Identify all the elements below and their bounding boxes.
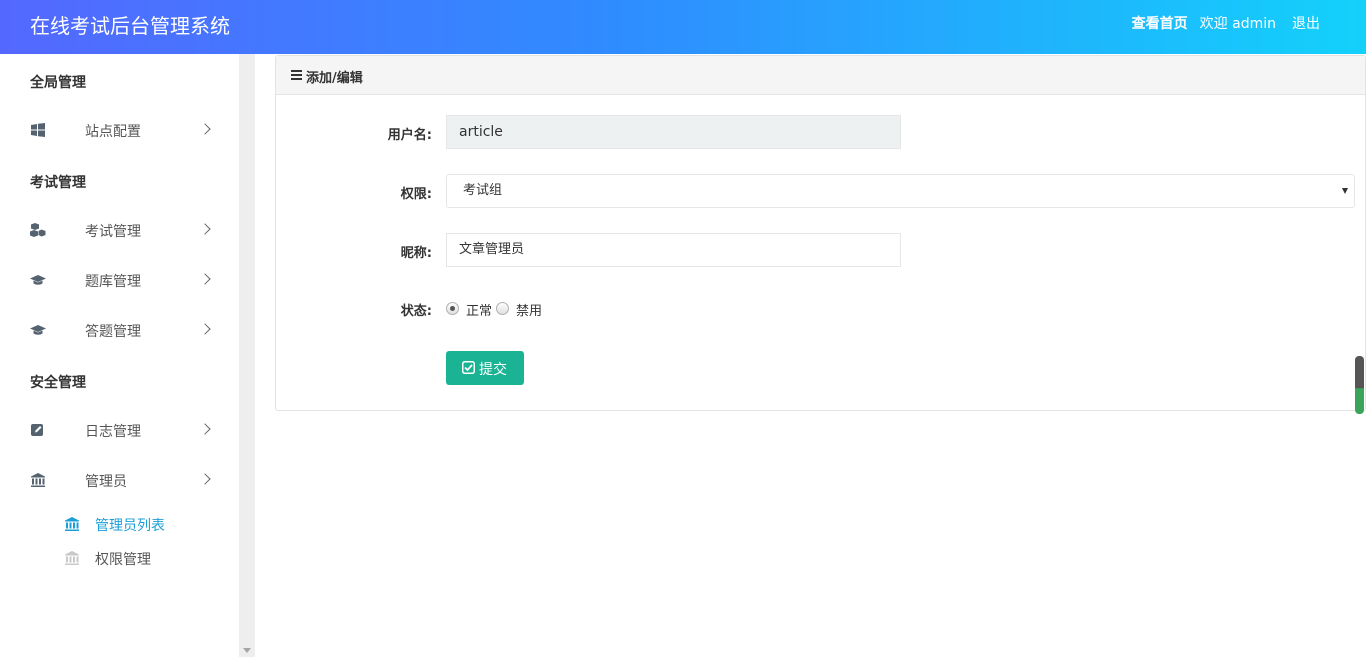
sidebar-subitem-admin-list[interactable]: 管理员列表 (0, 510, 239, 538)
logout-link[interactable]: 退出 (1292, 15, 1320, 33)
section-title-global: 全局管理 (30, 75, 86, 91)
username-field[interactable]: article (446, 115, 901, 149)
role-select[interactable]: 考试组 (446, 174, 1355, 208)
sidebar-item-label: 考试管理 (85, 224, 141, 240)
sidebar-item-question-bank[interactable]: 题库管理 (0, 260, 239, 300)
chevron-right-icon (199, 423, 211, 435)
sidebar-item-label: 站点配置 (85, 124, 141, 140)
panel-title: 添加/编辑 (306, 71, 363, 86)
sidebar-item-label: 题库管理 (85, 274, 141, 290)
sidebar-item-site-config[interactable]: 站点配置 (0, 110, 239, 150)
header-links: 查看首页 欢迎 admin 退出 (1132, 15, 1320, 33)
sidebar-scrollbar[interactable] (239, 54, 255, 657)
sidebar-item-log-management[interactable]: 日志管理 (0, 410, 239, 450)
section-title-exam: 考试管理 (30, 175, 86, 191)
page-scrollbar-thumb[interactable] (1355, 356, 1364, 414)
sidebar-item-label: 日志管理 (85, 424, 141, 440)
welcome-text: 欢迎 admin (1199, 16, 1276, 32)
chevron-right-icon (199, 473, 211, 485)
status-label: 状态: (400, 304, 432, 319)
username-label: 用户名: (387, 128, 432, 143)
status-normal-label: 正常 (466, 304, 493, 319)
sidebar-item-answer-management[interactable]: 答题管理 (0, 310, 239, 350)
bank-icon (31, 473, 45, 487)
chevron-right-icon (199, 323, 211, 335)
nickname-label: 昵称: (400, 246, 432, 261)
check-square-icon (462, 361, 475, 374)
section-title-security: 安全管理 (30, 375, 86, 391)
status-disabled-radio[interactable] (496, 302, 509, 315)
edit-icon (31, 424, 43, 436)
sidebar-item-label: 答题管理 (85, 324, 141, 340)
submit-button[interactable]: 提交 (446, 351, 524, 385)
cubes-icon (30, 223, 46, 237)
sidebar-item-exam-management[interactable]: 考试管理 (0, 210, 239, 250)
role-selected-value: 考试组 (463, 183, 503, 198)
top-header: 在线考试后台管理系统 查看首页 欢迎 admin 退出 (0, 0, 1366, 54)
role-label: 权限: (400, 187, 432, 202)
graduation-cap-icon (30, 325, 46, 335)
chevron-right-icon (199, 223, 211, 235)
bank-icon (65, 551, 79, 565)
sidebar-item-label: 管理员 (85, 474, 127, 490)
status-disabled-label: 禁用 (516, 304, 543, 319)
scroll-down-arrow-icon[interactable] (243, 648, 251, 653)
chevron-right-icon (199, 273, 211, 285)
sidebar-subitem-label: 管理员列表 (95, 518, 165, 534)
submit-button-label: 提交 (479, 362, 507, 378)
dropdown-arrow-icon (1342, 188, 1348, 194)
status-normal-radio[interactable] (446, 302, 459, 315)
sidebar-subitem-label: 权限管理 (95, 552, 151, 568)
bars-icon (291, 70, 302, 80)
sidebar-item-administrators[interactable]: 管理员 (0, 460, 239, 500)
graduation-cap-icon (30, 275, 46, 285)
nickname-field[interactable]: 文章管理员 (446, 233, 901, 267)
view-homepage-link[interactable]: 查看首页 (1132, 15, 1188, 33)
windows-icon (31, 123, 45, 137)
sidebar-subitem-permission-management[interactable]: 权限管理 (0, 544, 239, 572)
sidebar: 全局管理 站点配置 考试管理 考试管理 题库管理 答题管理 安全管理 日志管理 … (0, 54, 239, 657)
panel-header: 添加/编辑 (276, 56, 1365, 95)
chevron-right-icon (199, 123, 211, 135)
app-title: 在线考试后台管理系统 (30, 14, 230, 38)
bank-icon (65, 517, 79, 531)
